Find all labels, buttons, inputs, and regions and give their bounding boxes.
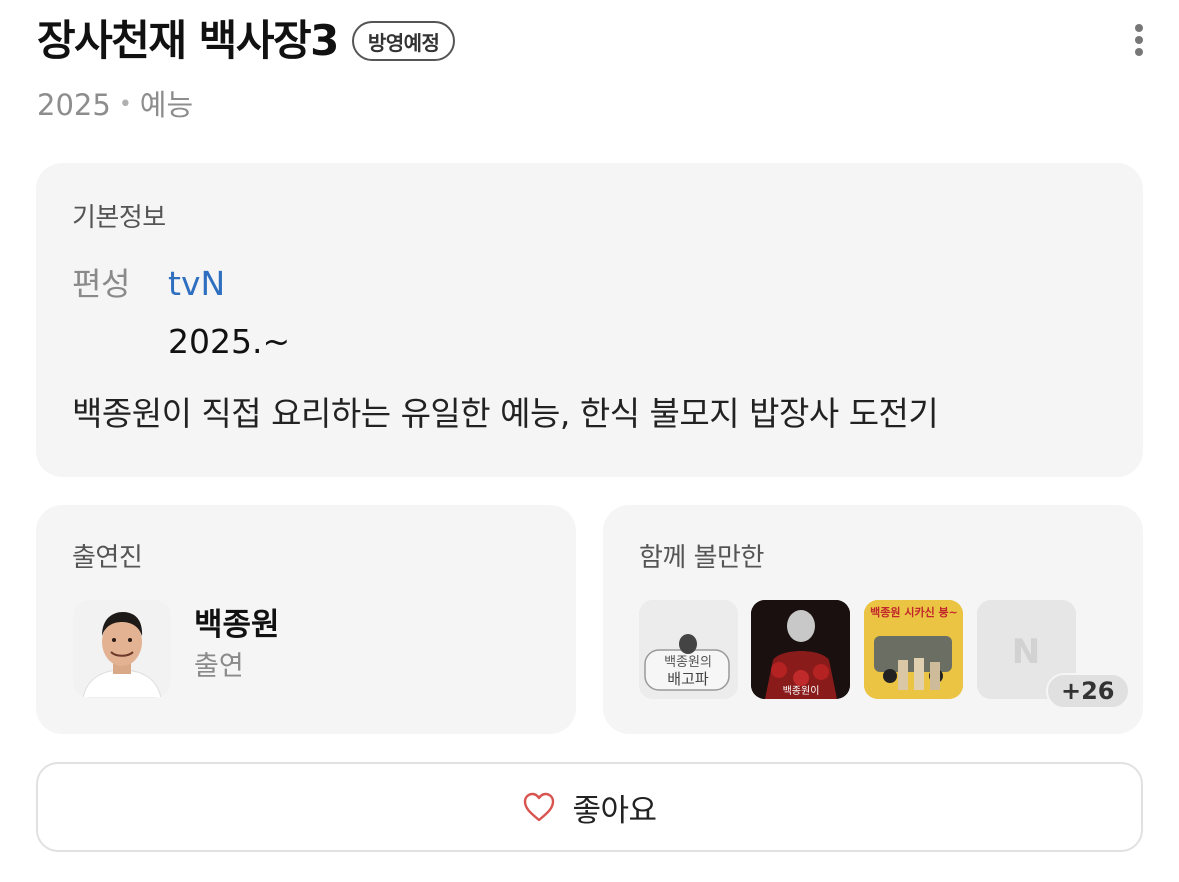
placeholder-text: N <box>1012 632 1040 672</box>
program-synopsis: 백종원이 직접 요리하는 유일한 예능, 한식 불모지 밥장사 도전기 <box>72 394 939 433</box>
more-icon-dot <box>1135 48 1143 56</box>
broadcast-period: 2025.~ <box>168 322 291 361</box>
recommendation-thumbnail[interactable]: 백종원의 배고파 <box>639 600 738 699</box>
channel-link[interactable]: tvN <box>168 264 225 304</box>
cast-role: 출연 <box>194 651 244 682</box>
more-recommendations-count[interactable]: +26 <box>1046 673 1130 709</box>
poster-text: 배고파 <box>667 670 709 688</box>
basic-info-heading: 기본정보 <box>72 203 166 233</box>
cast-name[interactable]: 백종원 <box>194 606 280 644</box>
like-button[interactable]: 좋아요 <box>36 762 1143 852</box>
poster-text: 백종원이 <box>783 685 820 697</box>
more-icon-dot <box>1135 36 1143 44</box>
show-poster-image: 백종원이 <box>751 600 850 699</box>
like-label: 좋아요 <box>572 792 657 829</box>
program-title: 장사천재 백사장3 <box>37 16 339 65</box>
recommendations-heading: 함께 볼만한 <box>639 543 764 573</box>
more-icon-dot <box>1135 24 1143 32</box>
program-genre: 예능 <box>139 88 194 122</box>
heart-icon <box>524 792 555 822</box>
person-avatar-icon <box>73 600 171 698</box>
more-options-button[interactable] <box>1127 22 1151 58</box>
cast-heading: 출연진 <box>72 543 143 573</box>
schedule-label: 편성 <box>72 265 130 303</box>
program-meta: 2025 • 예능 <box>37 86 193 124</box>
meta-separator: • <box>118 92 132 117</box>
status-badge: 방영예정 <box>351 21 456 61</box>
recommendation-thumbnail[interactable]: 백종원이 <box>751 600 850 699</box>
show-poster-image: 백종원 시카신 붕~ <box>864 600 963 699</box>
poster-text: 백종원의 <box>664 655 712 670</box>
program-detail-page: 장사천재 백사장3 방영예정 2025 • 예능 기본정보 편성 tvN 202… <box>0 0 1179 882</box>
cast-photo-avatar[interactable] <box>73 600 171 698</box>
title-row: 장사천재 백사장3 방영예정 <box>37 14 456 68</box>
program-year: 2025 <box>37 88 111 122</box>
show-poster-image: 백종원의 배고파 <box>639 600 738 699</box>
poster-text: 백종원 시카신 붕~ <box>870 605 958 619</box>
recommendation-thumbnail[interactable]: 백종원 시카신 붕~ <box>864 600 963 699</box>
